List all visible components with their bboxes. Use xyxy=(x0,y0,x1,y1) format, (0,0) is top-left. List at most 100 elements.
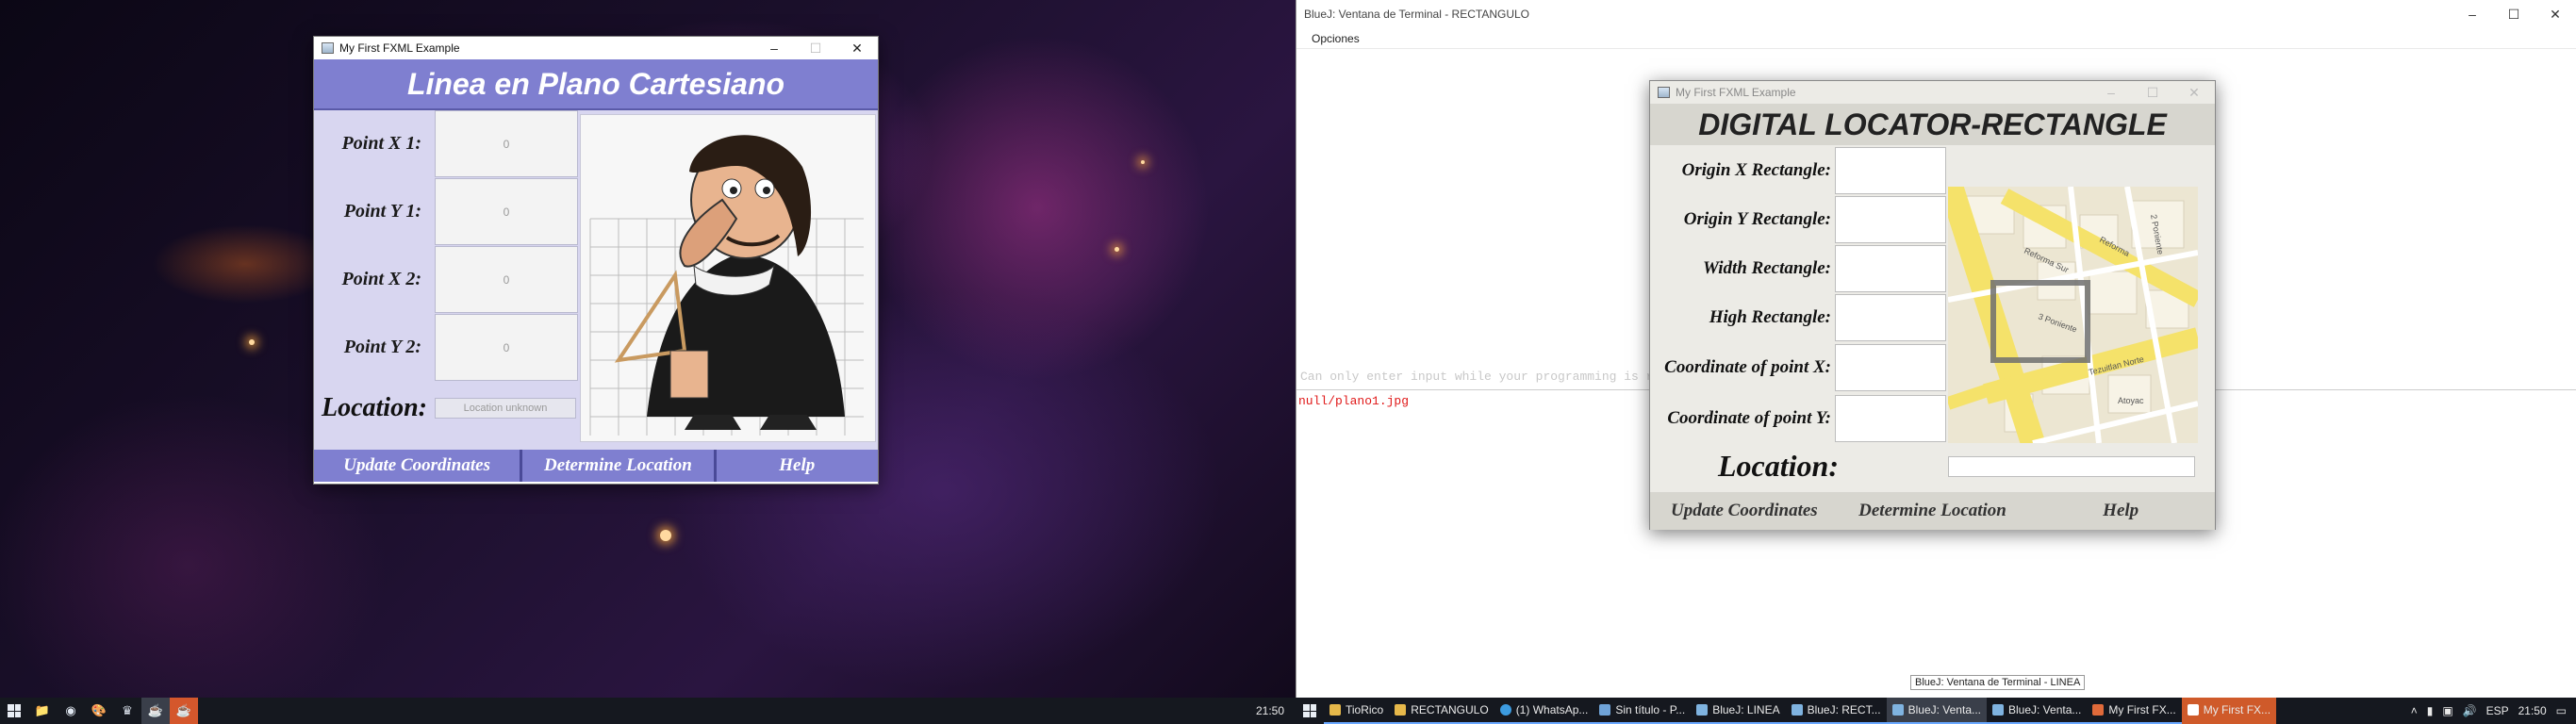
battery-icon[interactable]: ▮ xyxy=(2427,704,2434,717)
close-icon[interactable]: ✕ xyxy=(2535,7,2576,23)
width-row: Width Rectangle: xyxy=(1650,245,1948,292)
wallpaper-star xyxy=(1115,247,1119,252)
point-x2-row: Point X 2: 0 xyxy=(314,246,578,313)
chevron-up-icon[interactable]: ˄ xyxy=(2411,704,2418,717)
java-icon[interactable]: ☕ xyxy=(141,698,170,724)
point-x2-label: Point X 2: xyxy=(341,269,421,289)
button-bar: Update Coordinates Determine Location He… xyxy=(314,450,878,482)
taskbar-clock[interactable]: 21:50 xyxy=(1256,704,1284,717)
taskbar-task[interactable]: RECTANGULO xyxy=(1389,698,1494,724)
origin-x-input[interactable] xyxy=(1835,147,1946,194)
chrome-icon xyxy=(1499,704,1511,716)
maximize-icon: ☐ xyxy=(809,40,822,56)
location-label: Location: xyxy=(322,393,427,422)
volume-icon[interactable]: 🔊 xyxy=(2463,704,2477,717)
language-indicator[interactable]: ESP xyxy=(2486,704,2509,717)
app-title: DIGITAL LOCATOR-RECTANGLE xyxy=(1698,107,2167,141)
wallpaper-star xyxy=(249,339,255,345)
point-x-input[interactable] xyxy=(1835,344,1946,391)
minimize-icon[interactable]: – xyxy=(2452,7,2493,22)
start-button[interactable] xyxy=(0,698,28,724)
taskbar-task[interactable]: BlueJ: Venta... xyxy=(1886,698,1987,724)
taskbar-task[interactable]: TioRico xyxy=(1324,698,1390,724)
location-row: Location: Location unknown xyxy=(314,389,578,427)
bluej-icon[interactable]: ♛ xyxy=(113,698,141,724)
origin-y-input[interactable] xyxy=(1835,196,1946,243)
help-button[interactable]: Help xyxy=(2026,492,2215,530)
bluej-icon xyxy=(1696,704,1709,716)
start-button[interactable] xyxy=(1296,698,1324,724)
high-row: High Rectangle: xyxy=(1650,294,1948,341)
wallpaper-star xyxy=(1141,160,1145,164)
window-titlebar[interactable]: My First FXML Example – ☐ ✕ xyxy=(1650,81,2215,104)
taskbar-task[interactable]: Sin título - P... xyxy=(1593,698,1692,724)
minimize-icon[interactable]: – xyxy=(753,37,795,59)
paint-icon xyxy=(1599,704,1611,716)
desktop-wallpaper: My First FXML Example – ☐ ✕ Linea en Pla… xyxy=(0,0,1296,698)
terminal-titlebar[interactable]: BlueJ: Ventana de Terminal - RECTANGULO … xyxy=(1296,0,2576,28)
point-y1-input[interactable]: 0 xyxy=(435,178,578,245)
high-input[interactable] xyxy=(1835,294,1946,341)
network-icon[interactable]: ▣ xyxy=(2442,704,2452,717)
form-body: Origin X Rectangle: Origin Y Rectangle: … xyxy=(1650,145,2215,483)
line-fx-window: My First FXML Example – ☐ ✕ Linea en Pla… xyxy=(313,36,879,485)
origin-y-row: Origin Y Rectangle: xyxy=(1650,196,1948,243)
window-title: My First FXML Example xyxy=(339,41,460,55)
paint-icon[interactable]: 🎨 xyxy=(85,698,113,724)
menu-bar: Opciones xyxy=(1296,28,2576,49)
bluej-icon xyxy=(1992,704,2004,716)
taskbar-task[interactable]: (1) WhatsAp... xyxy=(1494,698,1594,724)
location-output xyxy=(1948,456,2195,477)
point-x1-row: Point X 1: 0 xyxy=(314,110,578,177)
point-y-input[interactable] xyxy=(1835,395,1946,442)
app-header: DIGITAL LOCATOR-RECTANGLE xyxy=(1650,104,2215,145)
chrome-icon[interactable]: ◉ xyxy=(57,698,85,724)
app-header: Linea en Plano Cartesiano xyxy=(314,59,878,110)
width-label: Width Rectangle: xyxy=(1703,257,1831,278)
location-label: Location: xyxy=(1718,449,1839,483)
origin-x-label: Origin X Rectangle: xyxy=(1681,159,1831,180)
close-icon[interactable]: ✕ xyxy=(836,37,878,59)
bluej-icon xyxy=(1891,704,1904,716)
maximize-icon[interactable]: ☐ xyxy=(2493,7,2535,23)
width-input[interactable] xyxy=(1835,245,1946,292)
point-x-label: Coordinate of point X: xyxy=(1664,356,1831,377)
point-y2-input[interactable]: 0 xyxy=(435,314,578,381)
windows-logo-icon xyxy=(8,704,21,717)
point-x-row: Coordinate of point X: xyxy=(1650,343,1948,392)
update-coordinates-button[interactable]: Update Coordinates xyxy=(1650,492,1839,530)
street-map-image: Reforma Tezuitlan Norte Atoyac Reforma S… xyxy=(1948,187,2198,443)
point-x2-input[interactable]: 0 xyxy=(435,246,578,313)
taskbar-task[interactable]: My First FX... xyxy=(2087,698,2182,724)
notification-icon[interactable]: ▭ xyxy=(2556,704,2567,717)
taskbar-clock[interactable]: 21:50 xyxy=(2518,704,2547,717)
taskbar-task[interactable]: My First FX... xyxy=(2181,698,2277,724)
point-x1-input[interactable]: 0 xyxy=(435,110,578,177)
point-y-row: Coordinate of point Y: xyxy=(1650,394,1948,443)
taskbar-task[interactable]: BlueJ: Venta... xyxy=(1987,698,2088,724)
folder-icon xyxy=(1395,704,1407,716)
determine-location-button[interactable]: Determine Location xyxy=(1839,492,2027,530)
descartes-caricature-image xyxy=(580,114,876,442)
java-icon[interactable]: ☕ xyxy=(170,698,198,724)
location-output: Location unknown xyxy=(435,398,576,419)
taskbar-left: 📁 ◉ 🎨 ♛ ☕ ☕ 21:50 xyxy=(0,698,1296,724)
taskbar-right: TioRico RECTANGULO (1) WhatsAp... Sin tí… xyxy=(1296,698,2576,724)
rectangle-fx-window: My First FXML Example – ☐ ✕ DIGITAL LOCA… xyxy=(1649,80,2216,530)
menu-opciones[interactable]: Opciones xyxy=(1312,32,1360,45)
point-y-label: Coordinate of point Y: xyxy=(1667,407,1831,428)
determine-location-button[interactable]: Determine Location xyxy=(522,450,717,482)
close-icon[interactable]: ✕ xyxy=(2173,81,2215,104)
java-app-icon xyxy=(322,42,334,54)
folder-icon xyxy=(1329,704,1341,716)
taskbar-task[interactable]: BlueJ: RECT... xyxy=(1785,698,1887,724)
taskbar-task[interactable]: BlueJ: LINEA xyxy=(1691,698,1786,724)
point-y2-label: Point Y 2: xyxy=(343,337,421,357)
bluej-icon xyxy=(1791,704,1803,716)
help-button[interactable]: Help xyxy=(716,450,878,482)
terminal-window: BlueJ: Ventana de Terminal - RECTANGULO … xyxy=(1296,0,2576,698)
window-titlebar[interactable]: My First FXML Example – ☐ ✕ xyxy=(314,37,878,59)
minimize-icon[interactable]: – xyxy=(2090,81,2132,104)
update-coordinates-button[interactable]: Update Coordinates xyxy=(314,450,523,482)
folder-icon[interactable]: 📁 xyxy=(28,698,57,724)
